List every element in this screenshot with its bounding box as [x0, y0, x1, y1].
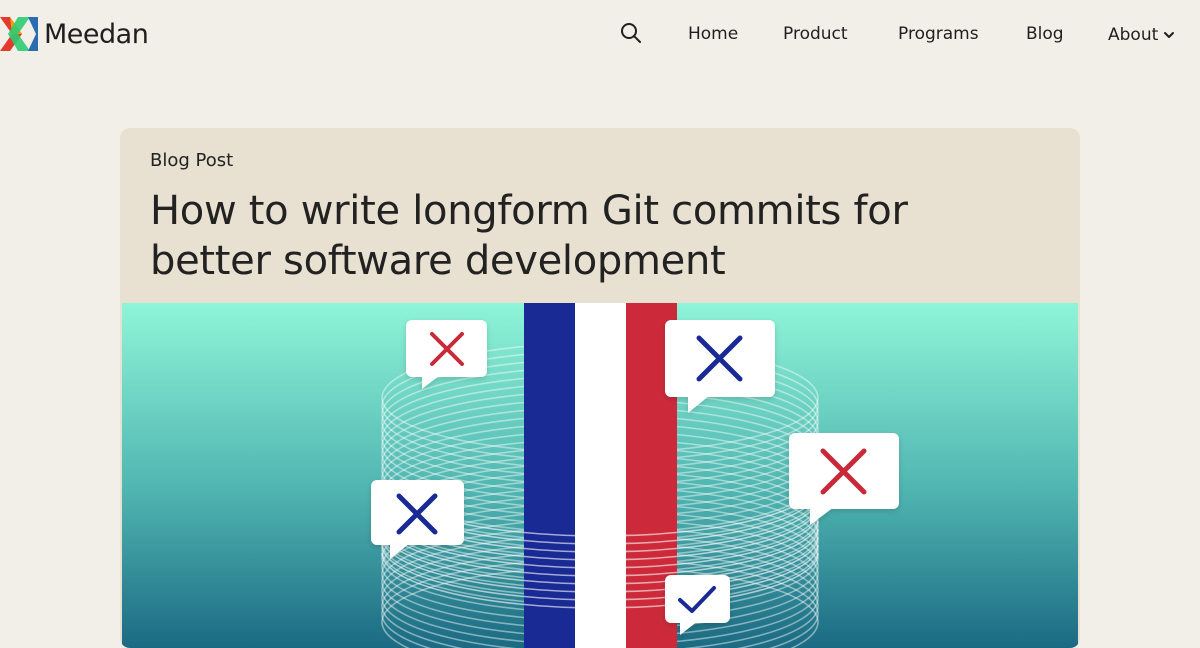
chevron-down-icon — [1164, 32, 1175, 38]
meedan-logo-icon — [0, 17, 38, 51]
hero-illustration — [122, 303, 1078, 648]
nav-item-home[interactable]: Home — [688, 24, 738, 46]
site-header: Meedan Home Product Programs Blog About — [0, 0, 1200, 70]
nav-item-product[interactable]: Product — [783, 24, 848, 46]
nav-item-blog[interactable]: Blog — [1026, 24, 1064, 46]
meedan-logo[interactable]: Meedan — [0, 16, 149, 52]
nav-item-about-label: About — [1108, 25, 1159, 45]
brand-name: Meedan — [44, 18, 149, 50]
post-category: Blog Post — [150, 150, 234, 171]
blog-post-card[interactable]: Blog Post How to write longform Git comm… — [120, 128, 1080, 648]
search-icon[interactable] — [620, 22, 644, 46]
nav-item-programs[interactable]: Programs — [898, 24, 979, 46]
flag-column — [524, 303, 677, 648]
post-title[interactable]: How to write longform Git commits for be… — [150, 186, 1030, 286]
nav-item-about[interactable]: About — [1108, 24, 1175, 46]
